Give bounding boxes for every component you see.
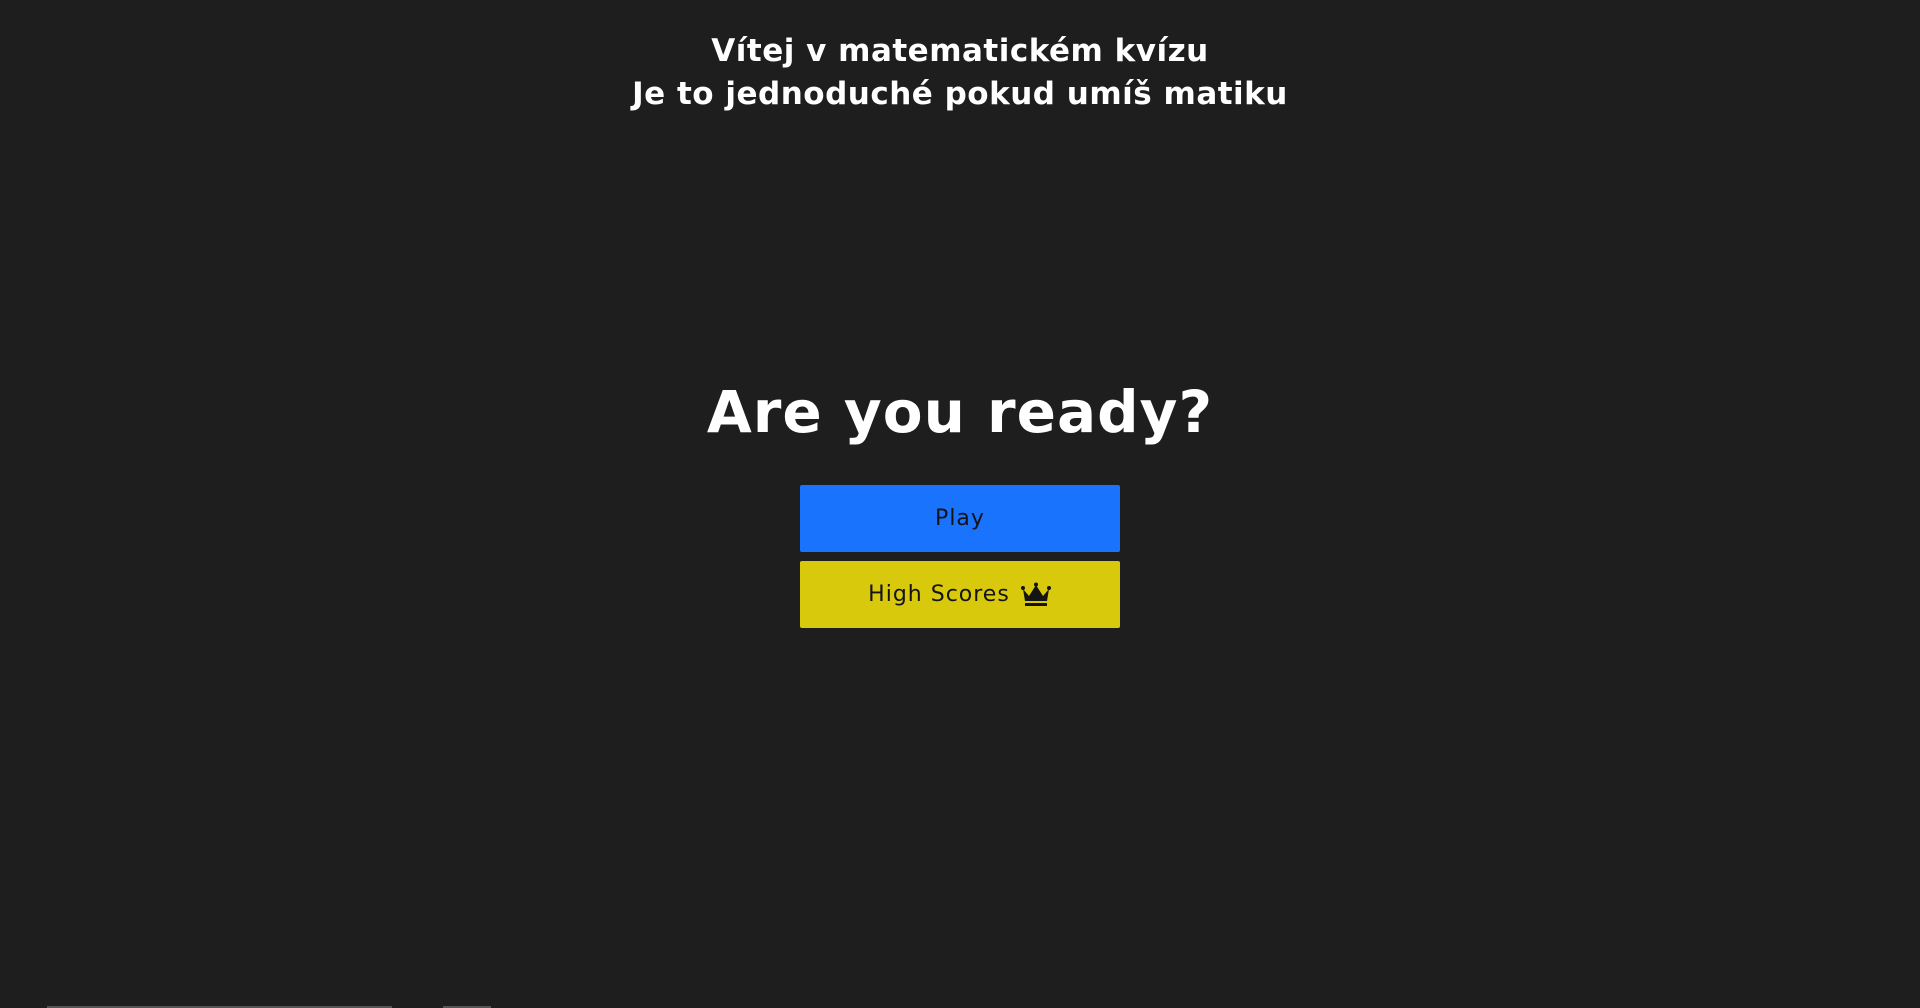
- play-button[interactable]: Play: [800, 485, 1120, 552]
- welcome-header: Vítej v matematickém kvízu Je to jednodu…: [0, 30, 1920, 116]
- high-scores-button-label: High Scores: [868, 582, 1010, 607]
- start-screen: Vítej v matematickém kvízu Je to jednodu…: [0, 0, 1920, 1008]
- welcome-line-1: Vítej v matematickém kvízu: [711, 33, 1209, 69]
- welcome-line-2: Je to jednoduché pokud umíš matiku: [632, 76, 1288, 112]
- play-button-label: Play: [935, 506, 985, 531]
- ready-title: Are you ready?: [706, 378, 1214, 446]
- high-scores-button[interactable]: High Scores: [800, 561, 1120, 628]
- crown-icon: [1020, 582, 1052, 608]
